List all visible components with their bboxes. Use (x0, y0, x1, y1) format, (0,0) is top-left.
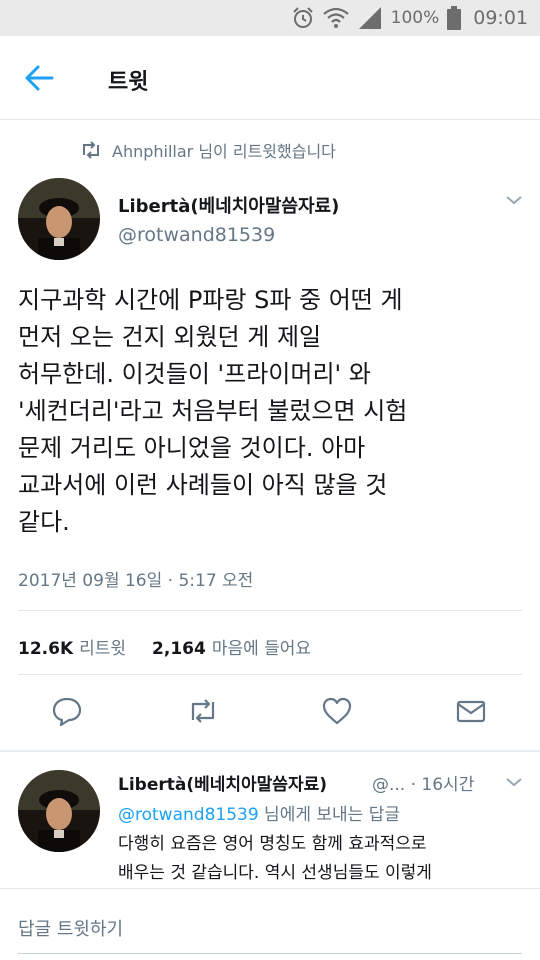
reply-to-suffix: 님에게 보내는 답글 (258, 805, 400, 825)
page-title: 트윗 (108, 70, 149, 95)
heart-icon (322, 697, 352, 725)
tweet-text-line: 지구과학 시간에 P파랑 S파 중 어떤 게 (18, 286, 403, 314)
status-icons: 100% 09:01 (291, 0, 528, 36)
tweet-text-line: '세컨더리'라고 처음부터 불렀으면 시험 (18, 397, 408, 425)
like-label[interactable]: 마음에 들어요 (212, 634, 311, 659)
chevron-down-icon (506, 778, 522, 787)
retweet-context-label: Ahnphillar 님이 리트윗했습니다 (112, 142, 336, 161)
retweet-label[interactable]: 리트윗 (79, 634, 126, 659)
reply-composer[interactable]: 답글 트윗하기 (0, 888, 540, 960)
reply-text: 다행히 요즘은 영어 명칭도 함께 효과적으로 배우는 것 같습니다. 역시 선… (118, 830, 528, 888)
reply-avatar[interactable] (18, 770, 100, 852)
divider (18, 610, 522, 611)
battery-icon (447, 6, 462, 30)
tweet-text-line: 교과서에 이런 사례들이 아직 많을 것 (18, 471, 388, 499)
status-bar: 100% 09:01 (0, 0, 540, 36)
avatar-portrait-image (18, 178, 100, 260)
tweet-text-line: 문제 거리도 아니었을 것이다. 아마 (18, 434, 366, 462)
author-name[interactable]: Libertà(베네치아말씀자료) (118, 192, 339, 218)
retweet-count[interactable]: 12.6K (18, 639, 73, 659)
app-bar: 트윗 (0, 36, 540, 120)
signal-icon (358, 7, 381, 29)
divider (18, 674, 522, 675)
reply-to-mention[interactable]: @rotwand81539 (118, 805, 259, 825)
back-button[interactable] (22, 62, 58, 94)
reply-button[interactable] (50, 694, 86, 730)
composer-underline (18, 953, 522, 954)
avatar-portrait-image (18, 770, 100, 852)
reply-icon (52, 697, 82, 727)
reply-input-placeholder[interactable]: 답글 트윗하기 (18, 915, 123, 941)
alarm-icon (292, 7, 313, 28)
tweet-text-line: 먼저 오는 건지 외웠던 게 제일 (18, 323, 322, 351)
reply-to-line: @rotwand81539 님에게 보내는 답글 (118, 800, 400, 825)
reply-meta: @... · 16시간 (372, 775, 475, 795)
tweet-timestamp: 2017년 09월 16일 · 5:17 오전 (18, 571, 254, 591)
wifi-icon (322, 7, 349, 28)
back-arrow-icon (25, 65, 54, 91)
message-button[interactable] (454, 694, 490, 730)
retweet-icon (191, 699, 215, 723)
envelope-icon (456, 700, 486, 723)
tweet-menu-button[interactable] (504, 192, 524, 211)
author-handle[interactable]: @rotwand81539 (118, 224, 275, 246)
tweet-text-line: 같다. (18, 508, 70, 536)
like-button[interactable] (320, 694, 356, 730)
tweet-text-line: 허무한데. 이것들이 '프라이머리' 와 (18, 360, 371, 388)
retweet-button[interactable] (186, 694, 222, 730)
avatar[interactable] (18, 178, 100, 260)
reply-text-line: 다행히 요즘은 영어 명칭도 함께 효과적으로 (118, 834, 427, 854)
tweet-stats: 12.6K 리트윗 2,164 마음에 들어요 (18, 634, 311, 659)
reply-text-line: 배우는 것 같습니다. 역시 선생님들도 이렇게 (118, 863, 432, 883)
reply-author-name[interactable]: Libertà(베네치아말씀자료) (118, 770, 327, 795)
clock: 09:01 (473, 7, 528, 29)
tweet-text: 지구과학 시간에 P파랑 S파 중 어떤 게 먼저 오는 건지 외웠던 게 제일… (18, 282, 524, 541)
battery-percent: 100% (390, 8, 440, 28)
section-divider (0, 750, 540, 752)
like-count[interactable]: 2,164 (152, 639, 206, 659)
retweet-context[interactable]: Ahnphillar 님이 리트윗했습니다 (80, 138, 336, 162)
tweet-action-bar (0, 694, 540, 734)
chevron-down-icon (506, 196, 522, 205)
reply-menu-button[interactable] (504, 774, 524, 793)
retweet-icon (83, 141, 99, 159)
